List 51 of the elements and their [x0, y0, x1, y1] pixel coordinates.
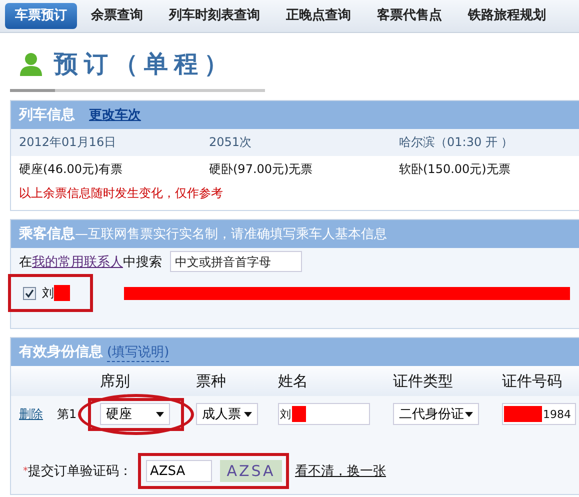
- nav-tab[interactable]: 车票预订: [5, 3, 77, 29]
- required-mark: *: [23, 466, 28, 476]
- delete-link[interactable]: 删除: [19, 406, 43, 422]
- column-header: 票种: [196, 372, 227, 391]
- seat-select[interactable]: 硬座: [100, 403, 170, 425]
- search-label: 中搜索: [123, 254, 162, 270]
- name-field[interactable]: 刘: [278, 403, 370, 425]
- redaction-bar: [504, 406, 542, 422]
- captcha-image: AZSA: [220, 460, 282, 482]
- seat-price: 软卧(150.00元)无票: [399, 161, 512, 178]
- caret-icon: [156, 412, 164, 416]
- captcha-field[interactable]: AZSA: [146, 460, 212, 482]
- page-title: 预订（单程）: [54, 49, 234, 80]
- nav-tab[interactable]: 客票代售点: [365, 3, 454, 29]
- name-value: 刘: [280, 406, 291, 422]
- contacts-link[interactable]: 我的常用联系人: [32, 252, 123, 270]
- section-title: 乘客信息: [19, 225, 75, 243]
- column-header: 席别: [100, 372, 131, 391]
- caret-icon: [244, 412, 252, 416]
- id-number-field[interactable]: 1984: [502, 403, 576, 425]
- nav-tab[interactable]: 铁路旅程规划: [456, 3, 558, 29]
- id-type-select[interactable]: 二代身份证: [393, 403, 479, 425]
- train-number: 2051次: [209, 134, 253, 151]
- departure-text: 哈尔滨（01:30 开 ）: [399, 134, 514, 151]
- nav-tab[interactable]: 列车时刻表查询: [157, 3, 272, 29]
- search-label: 在: [19, 254, 32, 270]
- nav-tab[interactable]: 余票查询: [79, 3, 155, 29]
- redaction-mark: [54, 285, 70, 301]
- person-icon: [20, 52, 42, 76]
- refresh-link[interactable]: 看不清，换一张: [295, 462, 386, 480]
- notice-text: 以上余票信息随时发生变化，仅作参考: [18, 185, 224, 202]
- date-text: 2012年01月16日: [19, 134, 118, 151]
- id-number-value: 1984: [543, 408, 571, 420]
- ticket-type-select[interactable]: 成人票: [196, 403, 258, 425]
- nav-tab[interactable]: 正晚点查询: [274, 3, 363, 29]
- seat-price: 硬卧(97.00元)无票: [209, 161, 314, 178]
- checkbox[interactable]: [23, 286, 36, 300]
- section-title: 列车信息: [19, 106, 75, 124]
- column-header: 证件类型: [393, 372, 454, 391]
- captcha-label: 提交订单验证码：: [28, 463, 132, 480]
- contact-name: 刘: [42, 284, 54, 302]
- redaction-mark: [292, 406, 306, 422]
- change-train-link[interactable]: 更改车次: [89, 106, 141, 124]
- search-field[interactable]: 中文或拼音首字母: [170, 251, 302, 272]
- section-title: 有效身份信息: [19, 343, 103, 361]
- seat-price: 硬座(46.00元)有票: [19, 161, 124, 178]
- section-subtitle: —互联网售票实行实名制，请准确填写乘车人基本信息: [75, 226, 387, 243]
- column-header: 证件号码: [502, 372, 563, 391]
- column-header: 姓名: [278, 372, 309, 391]
- caret-icon: [465, 412, 473, 416]
- row-index: 第1: [57, 406, 77, 422]
